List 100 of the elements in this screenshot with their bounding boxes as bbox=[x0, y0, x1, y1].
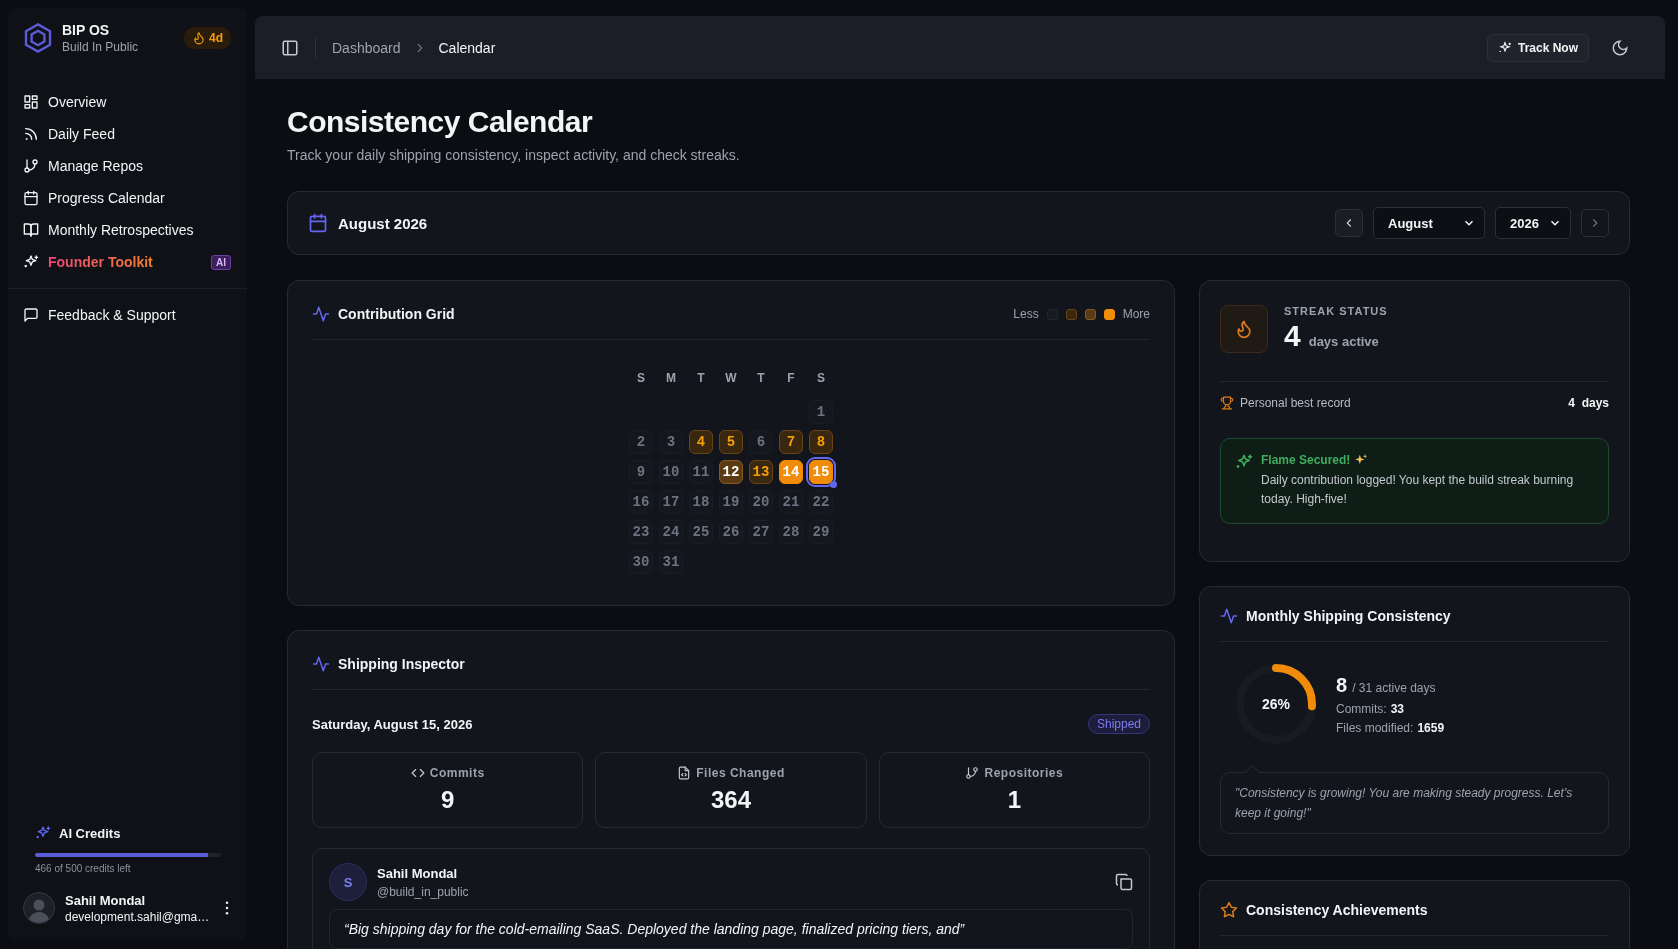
calendar-day[interactable]: 23 bbox=[629, 520, 653, 544]
card-title: Consistency Achievements bbox=[1246, 902, 1428, 918]
stat-value: 364 bbox=[710, 786, 751, 814]
calendar-day[interactable]: 16 bbox=[629, 490, 653, 514]
calendar-day[interactable]: 26 bbox=[719, 520, 743, 544]
percent-label: 26% bbox=[1262, 696, 1290, 712]
streak-badge: 4d bbox=[184, 27, 231, 49]
calendar-day[interactable]: 25 bbox=[689, 520, 713, 544]
calendar-day[interactable]: 17 bbox=[659, 490, 683, 514]
stat-label: Files modified: bbox=[1336, 720, 1414, 735]
author-name: Sahil Mondal bbox=[377, 865, 459, 881]
best-record-label: Personal best record bbox=[1240, 396, 1351, 410]
calendar-day[interactable]: 13 bbox=[749, 460, 773, 484]
stat-label: Repositories bbox=[984, 766, 1064, 780]
quote-text: "Consistency is growing! You are making steady progress. Let's keep it going!" bbox=[1235, 786, 1573, 820]
active-days-label: / 31 active days bbox=[1352, 680, 1436, 695]
flame-icon bbox=[192, 31, 206, 45]
notice-text: Daily contribution logged! You kept the build streak burning today. High-five! bbox=[1261, 472, 1575, 508]
branch-icon bbox=[23, 158, 39, 174]
sidebar-toggle-icon[interactable] bbox=[281, 38, 299, 57]
calendar-icon bbox=[23, 190, 39, 206]
legend-label: More bbox=[1122, 307, 1150, 321]
calendar-day[interactable]: 4 bbox=[689, 430, 713, 454]
nav-item[interactable]: Monthly Retrospectives bbox=[8, 214, 247, 246]
post-text: “Big shipping day for the cold-emailing SaaS. Deployed the landing page, finalized pricing tiers, and” bbox=[344, 921, 965, 937]
calendar-day[interactable]: 18 bbox=[689, 490, 713, 514]
calendar-day[interactable]: 3 bbox=[659, 430, 683, 454]
weekday-label: S bbox=[816, 370, 826, 387]
calendar-day[interactable]: 8 bbox=[809, 430, 833, 454]
weekday-label: W bbox=[724, 370, 738, 387]
message-icon bbox=[23, 307, 39, 323]
calendar-day[interactable]: 24 bbox=[659, 520, 683, 544]
app-name: BIP OS bbox=[62, 22, 111, 38]
best-record-value: 4 days bbox=[1568, 396, 1609, 410]
breadcrumb-link[interactable]: Calendar bbox=[438, 39, 496, 56]
year-select[interactable]: 2026 bbox=[1495, 207, 1571, 239]
weekday-label: T bbox=[756, 370, 766, 387]
moon-icon[interactable] bbox=[1611, 38, 1629, 57]
avatar-initial: S bbox=[329, 863, 367, 901]
calendar-day[interactable]: 11 bbox=[689, 460, 713, 484]
nav-item[interactable]: Daily Feed bbox=[8, 118, 247, 150]
calendar-day[interactable]: 5 bbox=[719, 430, 743, 454]
nav-item[interactable]: Progress Calendar bbox=[8, 182, 247, 214]
credits-title: AI Credits bbox=[59, 825, 121, 841]
page-subtitle: Track your daily shipping consistency, inspect activity, and check streaks. bbox=[287, 147, 741, 163]
nav-item[interactable]: Founder Toolkit AI bbox=[8, 246, 247, 278]
user-email: development.sahil@gma… bbox=[65, 909, 211, 924]
status-badge: Shipped bbox=[1087, 714, 1150, 734]
calendar-day[interactable]: 20 bbox=[749, 490, 773, 514]
calendar-day[interactable]: 14 bbox=[779, 460, 803, 484]
nav-item[interactable]: Feedback & Support bbox=[8, 299, 247, 331]
breadcrumb-link[interactable]: Dashboard bbox=[332, 39, 401, 56]
book-icon bbox=[23, 222, 39, 238]
user-name: Sahil Mondal bbox=[65, 892, 147, 908]
calendar-day[interactable]: 2 bbox=[629, 430, 653, 454]
calendar-day[interactable]: 9 bbox=[629, 460, 653, 484]
more-icon[interactable] bbox=[225, 901, 229, 915]
card-title: Contribution Grid bbox=[338, 306, 455, 322]
calendar-day[interactable]: 29 bbox=[809, 520, 833, 544]
calendar-day[interactable]: 12 bbox=[719, 460, 743, 484]
legend-label: Less bbox=[1013, 307, 1039, 321]
activity-icon bbox=[1220, 607, 1238, 625]
calendar-day[interactable]: 19 bbox=[719, 490, 743, 514]
file-icon bbox=[677, 766, 692, 780]
streak-count: 4 bbox=[1284, 319, 1301, 353]
month-label: August 2026 bbox=[338, 214, 428, 232]
calendar-day[interactable]: 27 bbox=[749, 520, 773, 544]
calendar-day[interactable]: 7 bbox=[779, 430, 803, 454]
calendar-day[interactable]: 31 bbox=[659, 550, 683, 574]
stat-value: 33 bbox=[1390, 701, 1405, 716]
calendar-day[interactable]: 30 bbox=[629, 550, 653, 574]
calendar-day[interactable]: 10 bbox=[659, 460, 683, 484]
month-select[interactable]: August bbox=[1373, 207, 1485, 239]
activity-icon bbox=[312, 655, 330, 673]
user-avatar bbox=[23, 892, 55, 924]
activity-icon bbox=[312, 305, 330, 323]
grid-icon bbox=[23, 94, 39, 110]
sparkles-icon bbox=[23, 254, 39, 270]
calendar-day[interactable]: 22 bbox=[809, 490, 833, 514]
copy-icon[interactable] bbox=[1115, 873, 1133, 891]
card-title: Monthly Shipping Consistency bbox=[1246, 608, 1451, 624]
notice-title: Flame Secured! bbox=[1261, 453, 1351, 467]
weekday-label: S bbox=[636, 370, 646, 387]
nav-item[interactable]: Manage Repos bbox=[8, 150, 247, 182]
stat-label: Commits bbox=[429, 766, 485, 780]
nav-item[interactable]: Overview bbox=[8, 86, 247, 118]
trophy-icon bbox=[1220, 396, 1234, 410]
ai-badge: AI bbox=[211, 254, 231, 270]
app-tagline: Build In Public bbox=[62, 40, 140, 54]
calendar-day[interactable]: 1 bbox=[809, 400, 833, 424]
calendar-day[interactable]: 21 bbox=[779, 490, 803, 514]
weekday-label: T bbox=[696, 370, 706, 387]
track-now-button[interactable]: Track Now bbox=[1486, 33, 1589, 62]
sparkles-icon bbox=[1235, 453, 1253, 471]
hexagon-logo-icon bbox=[22, 22, 54, 54]
calendar-day[interactable]: 28 bbox=[779, 520, 803, 544]
calendar-day[interactable]: 6 bbox=[749, 430, 773, 454]
code-icon bbox=[410, 766, 425, 780]
streak-unit: days active bbox=[1308, 334, 1379, 349]
active-days-count: 8 bbox=[1336, 673, 1348, 697]
